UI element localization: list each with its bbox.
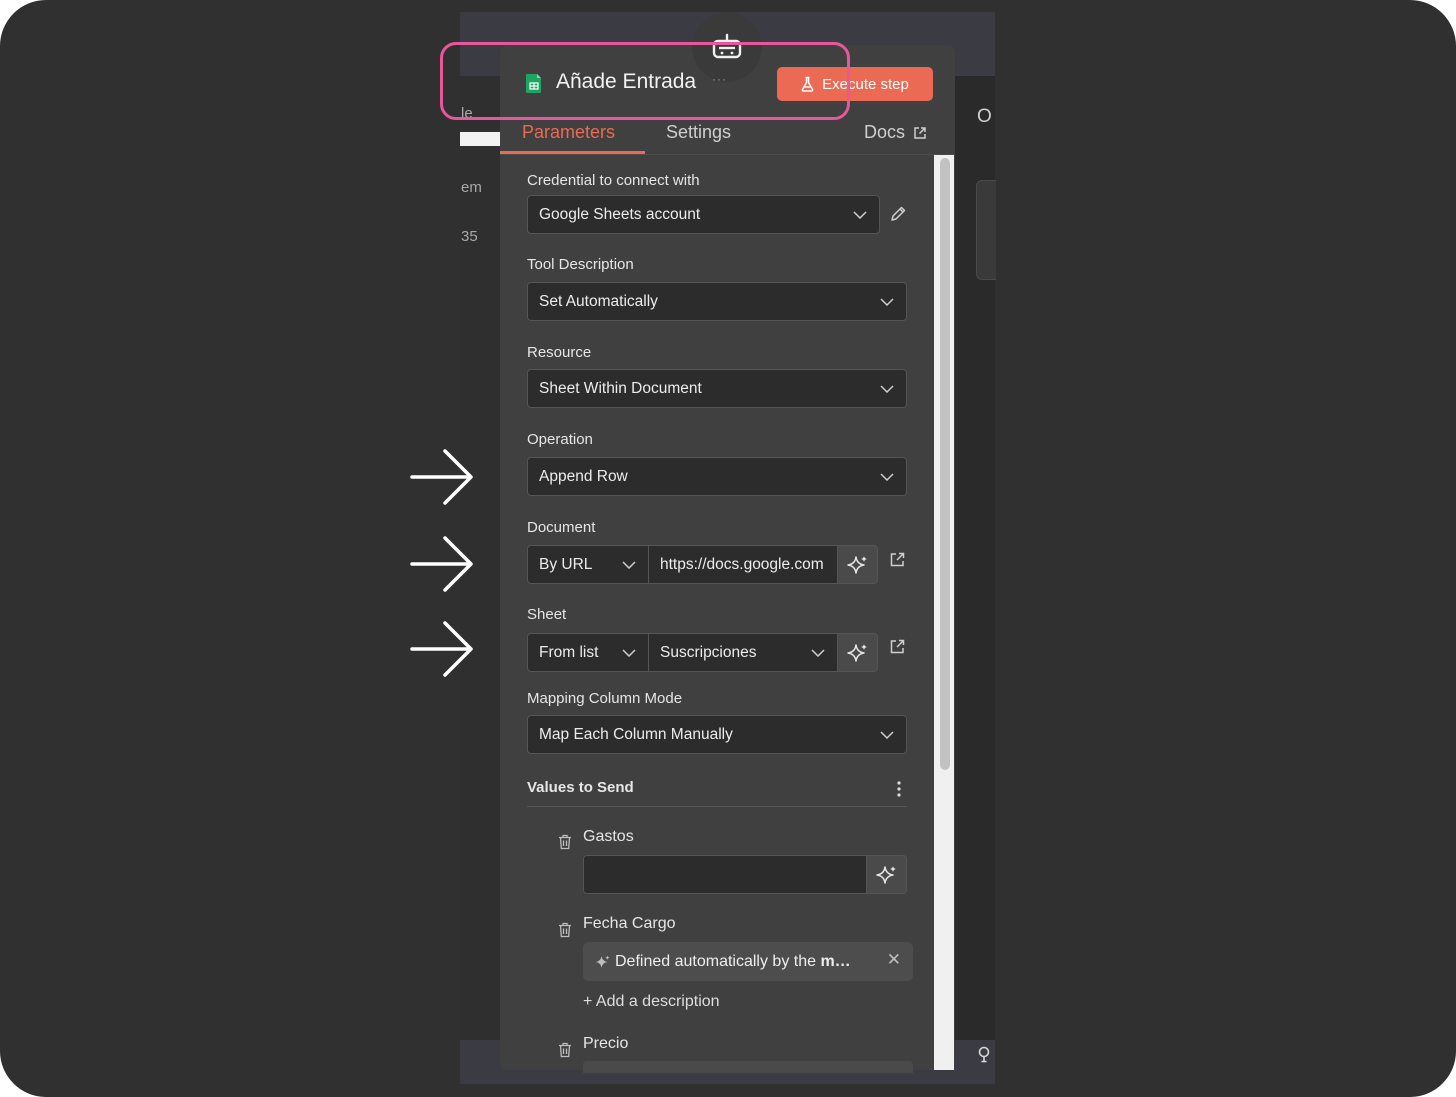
ai-defined-chip[interactable]: Defined automatically by the m… ✕ — [583, 942, 913, 981]
document-url-value: https://docs.google.com — [660, 555, 824, 573]
credential-label: Credential to connect with — [527, 172, 700, 189]
background-text: em — [461, 179, 482, 196]
sheet-mode-select[interactable]: From list — [527, 633, 649, 672]
arrow-right-icon — [410, 621, 473, 677]
execute-step-label: Execute step — [822, 75, 909, 93]
close-icon[interactable]: ✕ — [887, 950, 901, 970]
background-input — [460, 132, 500, 146]
chip-text: Defined automatically by the m… — [615, 953, 851, 971]
tool-description-value: Set Automatically — [539, 292, 658, 310]
resource-value: Sheet Within Document — [539, 379, 702, 397]
values-to-send-label: Values to Send — [527, 779, 634, 796]
sparkle-icon — [595, 954, 610, 968]
tab-divider — [500, 154, 955, 155]
sparkle-icon — [875, 865, 896, 884]
chip-text-bold: m… — [820, 952, 851, 970]
tab-parameters[interactable]: Parameters — [522, 122, 615, 143]
document-url-input[interactable]: https://docs.google.com — [648, 545, 838, 584]
field-name-fecha-cargo: Fecha Cargo — [583, 915, 676, 932]
trash-icon[interactable] — [558, 1042, 572, 1058]
section-divider — [527, 806, 907, 807]
background-card — [976, 180, 996, 280]
chevron-down-icon — [880, 472, 894, 481]
operation-label: Operation — [527, 431, 593, 448]
chevron-down-icon — [880, 297, 894, 306]
external-link-icon[interactable] — [889, 551, 906, 568]
chevron-down-icon — [880, 384, 894, 393]
kebab-menu-icon[interactable] — [893, 780, 905, 798]
external-link-icon — [914, 126, 926, 139]
sheet-ai-button[interactable] — [837, 633, 878, 672]
robot-icon — [712, 33, 742, 59]
chevron-down-icon — [622, 648, 636, 657]
document-mode-select[interactable]: By URL — [527, 545, 649, 584]
chevron-down-icon — [622, 560, 636, 569]
active-tab-indicator — [500, 151, 645, 154]
arrow-right-icon — [410, 536, 473, 592]
credential-select[interactable]: Google Sheets account — [527, 195, 880, 234]
sparkle-icon — [846, 643, 867, 662]
sheet-mode-value: From list — [539, 643, 599, 661]
screenshot-frame: le em 35 O Añade Entrada ··· Execute ste — [0, 0, 1456, 1097]
chevron-down-icon — [880, 730, 894, 739]
docs-label: Docs — [864, 122, 906, 142]
field-name-gastos: Gastos — [583, 828, 634, 845]
node-title[interactable]: Añade Entrada — [556, 70, 696, 94]
field-name-precio: Precio — [583, 1035, 629, 1052]
sparkle-icon — [846, 555, 867, 574]
chevron-down-icon — [811, 648, 825, 657]
background-text: O — [977, 106, 992, 127]
tab-settings[interactable]: Settings — [666, 122, 731, 143]
tool-description-label: Tool Description — [527, 256, 634, 273]
google-sheets-icon — [526, 74, 541, 93]
document-mode-value: By URL — [539, 555, 593, 573]
resource-select[interactable]: Sheet Within Document — [527, 369, 907, 408]
mapping-value: Map Each Column Manually — [539, 725, 733, 743]
document-ai-button[interactable] — [837, 545, 878, 584]
resource-label: Resource — [527, 344, 592, 361]
trash-icon[interactable] — [558, 834, 572, 850]
sheet-select[interactable]: Suscripciones — [648, 633, 838, 672]
background-text: le — [461, 105, 473, 122]
tab-docs[interactable]: Docs — [864, 122, 927, 143]
document-label: Document — [527, 519, 596, 536]
arrow-right-icon — [410, 449, 473, 505]
external-link-icon[interactable] — [889, 638, 906, 655]
add-description-link[interactable]: + Add a description — [583, 993, 720, 1011]
scrollbar-thumb[interactable] — [940, 158, 950, 770]
background-text: 35 — [461, 228, 478, 245]
lightbulb-icon[interactable] — [977, 1046, 991, 1064]
sheet-label: Sheet — [527, 606, 567, 623]
mapping-label: Mapping Column Mode — [527, 690, 683, 707]
chip-text-prefix: Defined automatically by the — [615, 952, 821, 970]
flask-icon — [801, 76, 814, 92]
operation-select[interactable]: Append Row — [527, 457, 907, 496]
credential-value: Google Sheets account — [539, 205, 701, 223]
trash-icon[interactable] — [558, 922, 572, 938]
title-overflow-indicator: ··· — [712, 72, 727, 86]
mapping-select[interactable]: Map Each Column Manually — [527, 715, 907, 754]
precio-input[interactable] — [583, 1061, 913, 1073]
gastos-input[interactable] — [583, 855, 867, 894]
execute-step-button[interactable]: Execute step — [777, 67, 933, 101]
pencil-icon[interactable] — [889, 205, 907, 223]
chevron-down-icon — [853, 210, 867, 219]
tool-description-select[interactable]: Set Automatically — [527, 282, 907, 321]
gastos-ai-button[interactable] — [866, 855, 907, 894]
sheet-value: Suscripciones — [660, 643, 757, 661]
ai-agent-node-handle[interactable] — [692, 12, 762, 82]
operation-value: Append Row — [539, 467, 628, 485]
